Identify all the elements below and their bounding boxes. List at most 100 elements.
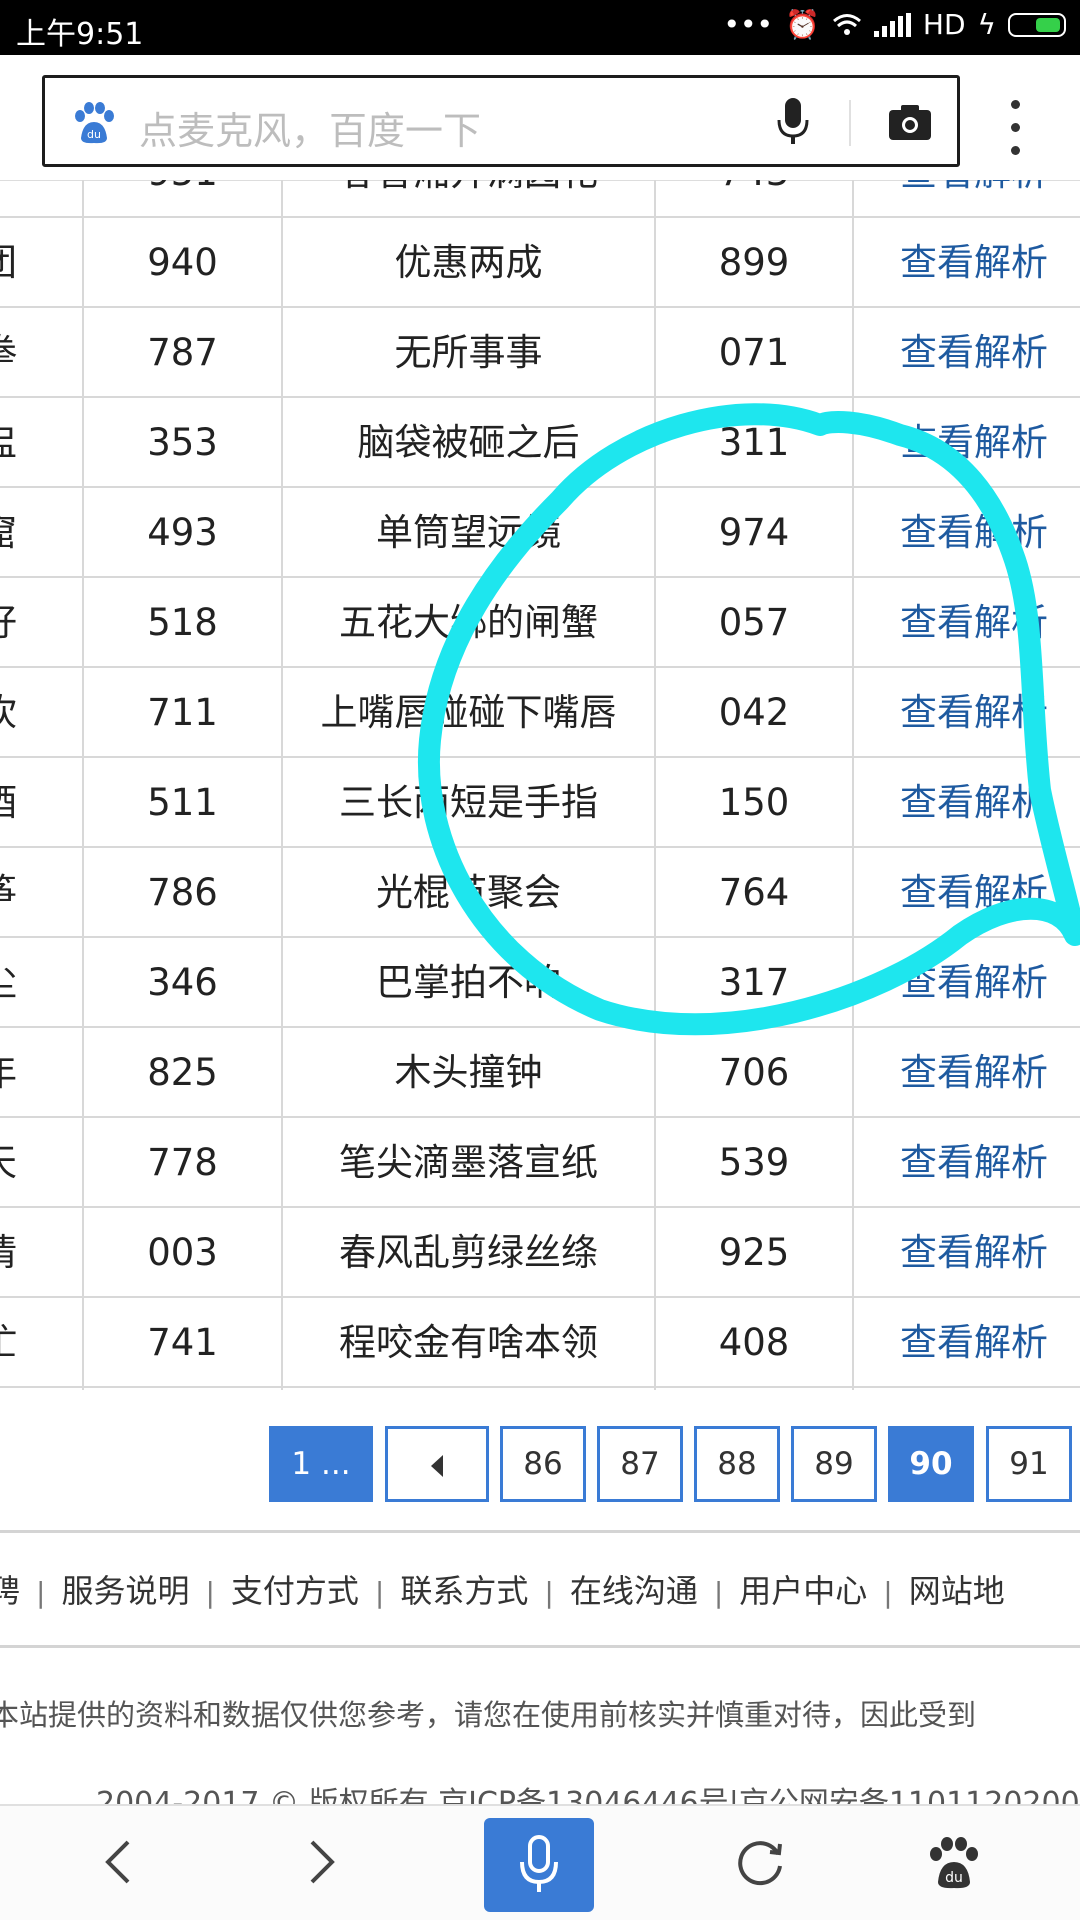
footer-link[interactable]: 联系方式	[400, 1566, 528, 1612]
alarm-icon: ⏰	[785, 8, 820, 41]
microphone-icon	[520, 1835, 558, 1892]
view-analysis-link[interactable]: 查看解析	[854, 1118, 1080, 1208]
table-cell: 拳	[0, 308, 83, 398]
view-analysis-link[interactable]: 查看解析	[854, 218, 1080, 308]
page-button-current[interactable]: 90	[888, 1426, 974, 1502]
table-cell: 单筒望远镜	[376, 511, 561, 554]
forward-icon[interactable]	[290, 1832, 350, 1892]
footer-link[interactable]: 支付方式	[231, 1566, 359, 1612]
status-bar: 上午9:51 ••• ⏰ HD ϟ	[0, 0, 1080, 55]
table-row: 年 825 木头撞钟 706 查看解析	[0, 1028, 1080, 1118]
table-cell: 吹	[0, 668, 83, 758]
page-button[interactable]: 91	[986, 1426, 1072, 1502]
table-cell: 春香湘开满园花	[283, 180, 654, 218]
view-analysis-link[interactable]: 查看解析	[854, 398, 1080, 488]
table-cell: 上嘴唇碰碰下嘴唇	[320, 691, 617, 734]
table-cell: 团	[0, 218, 83, 308]
voice-search-button[interactable]	[484, 1818, 594, 1912]
table-cell: 764	[718, 871, 790, 914]
battery-icon	[1008, 12, 1066, 37]
search-header: du 点麦克风，百度一下	[0, 55, 1080, 181]
table-cell: 042	[718, 691, 790, 734]
table-cell: 974	[718, 511, 790, 554]
browser-bottom-bar: du	[0, 1804, 1080, 1920]
search-box[interactable]: du 点麦克风，百度一下	[42, 75, 960, 167]
more-menu-icon[interactable]	[1008, 100, 1024, 176]
view-analysis-link[interactable]: 查看解析	[854, 578, 1080, 668]
table-cell: 无所事事	[394, 331, 543, 374]
view-analysis-link[interactable]: 查看解析	[854, 758, 1080, 848]
footer-separator: |	[883, 1576, 893, 1609]
table-cell: 539	[718, 1141, 790, 1184]
table-row: 情 003 春风乱剪绿丝绦 925 查看解析	[0, 1208, 1080, 1298]
view-analysis-link[interactable]: 查看解析	[854, 848, 1080, 938]
footer-separator: |	[205, 1576, 215, 1609]
footer-link[interactable]: 聘	[0, 1566, 20, 1612]
view-analysis-link[interactable]: 查看解析	[854, 1028, 1080, 1118]
page-first-button[interactable]: 1 ...	[269, 1426, 373, 1502]
table-cell: 003	[147, 1231, 218, 1274]
view-analysis-link[interactable]: 查看解析	[854, 668, 1080, 758]
table-cell: 711	[147, 691, 218, 734]
baidu-home-icon[interactable]: du	[924, 1832, 984, 1892]
footer-divider	[0, 1645, 1080, 1648]
view-analysis-link[interactable]: 查看解析	[854, 308, 1080, 398]
footer-link[interactable]: 在线沟通	[570, 1566, 698, 1612]
table-cell: 940	[147, 241, 218, 284]
table-row: 忙 741 程咬金有啥本领 408 查看解析	[0, 1298, 1080, 1388]
page-button[interactable]: 89	[791, 1426, 877, 1502]
table-cell: 311	[718, 421, 790, 464]
table-cell: 三长两短是手指	[339, 781, 598, 824]
footer-link[interactable]: 服务说明	[61, 1566, 189, 1612]
footer-separator: |	[713, 1576, 724, 1609]
wifi-icon	[832, 13, 861, 35]
table-row: 好 518 五花大绑的闸蟹 057 查看解析	[0, 578, 1080, 668]
svg-text:du: du	[945, 1870, 963, 1886]
table-cell: 353	[147, 421, 218, 464]
svg-text:du: du	[87, 128, 101, 141]
table-cell: 五花大绑的闸蟹	[339, 601, 598, 644]
footer-link[interactable]: 用户中心	[739, 1566, 867, 1612]
riddle-table: 951 春香湘开满园花 743 查看解析 团 940 优惠两成 899 查看解析…	[0, 180, 1080, 1390]
status-icons: ••• ⏰ HD ϟ	[723, 8, 1066, 41]
camera-icon[interactable]	[887, 102, 933, 142]
view-analysis-link[interactable]: 查看解析	[854, 488, 1080, 578]
refresh-icon[interactable]	[730, 1832, 790, 1892]
view-analysis-link[interactable]: 查看解析	[854, 1208, 1080, 1298]
search-input[interactable]: 点麦克风，百度一下	[139, 100, 481, 155]
back-icon[interactable]	[90, 1832, 150, 1892]
table-cell: 忙	[0, 1298, 83, 1388]
signal-icon	[873, 12, 911, 37]
status-time: 上午9:51	[16, 17, 144, 52]
table-row: 盅 353 脑袋被砸之后 311 查看解析	[0, 398, 1080, 488]
table-cell: 酒	[0, 758, 83, 848]
table-row: 筝 786 光棍节聚会 764 查看解析	[0, 848, 1080, 938]
table-row: 团 940 优惠两成 899 查看解析	[0, 218, 1080, 308]
table-row: 天 778 笔尖滴墨落宣纸 539 查看解析	[0, 1118, 1080, 1208]
table-cell: 春风乱剪绿丝绦	[339, 1231, 598, 1274]
table-cell: 743	[656, 180, 852, 218]
table-cell: 优惠两成	[394, 241, 543, 284]
table-cell: 木头撞钟	[394, 1051, 543, 1094]
table-row-partial: 951 春香湘开满园花 743 查看解析	[0, 180, 1080, 218]
microphone-icon[interactable]	[773, 96, 813, 148]
page-button[interactable]: 87	[597, 1426, 683, 1502]
page-button[interactable]: 88	[694, 1426, 780, 1502]
view-analysis-link[interactable]: 查看解析	[854, 180, 1080, 218]
table-cell: 窟	[0, 488, 83, 578]
table-cell: 706	[718, 1051, 790, 1094]
table-row: 尘 346 巴掌拍不响 317 查看解析	[0, 938, 1080, 1028]
table-cell: 825	[147, 1051, 218, 1094]
table-cell: 518	[147, 601, 218, 644]
network-type: HD	[922, 8, 966, 41]
page-prev-button[interactable]	[385, 1426, 489, 1502]
table-cell: 巴掌拍不响	[376, 961, 561, 1004]
view-analysis-link[interactable]: 查看解析	[854, 938, 1080, 1028]
page-button[interactable]: 86	[500, 1426, 586, 1502]
table-cell: 787	[147, 331, 218, 374]
footer-links: 聘 | 服务说明 | 支付方式 | 联系方式 | 在线沟通 | 用户中心 | 网站地	[0, 1566, 1005, 1612]
table-cell: 光棍节聚会	[376, 871, 561, 914]
table-cell: 150	[718, 781, 790, 824]
footer-link[interactable]: 网站地	[909, 1566, 1005, 1612]
view-analysis-link[interactable]: 查看解析	[854, 1298, 1080, 1388]
